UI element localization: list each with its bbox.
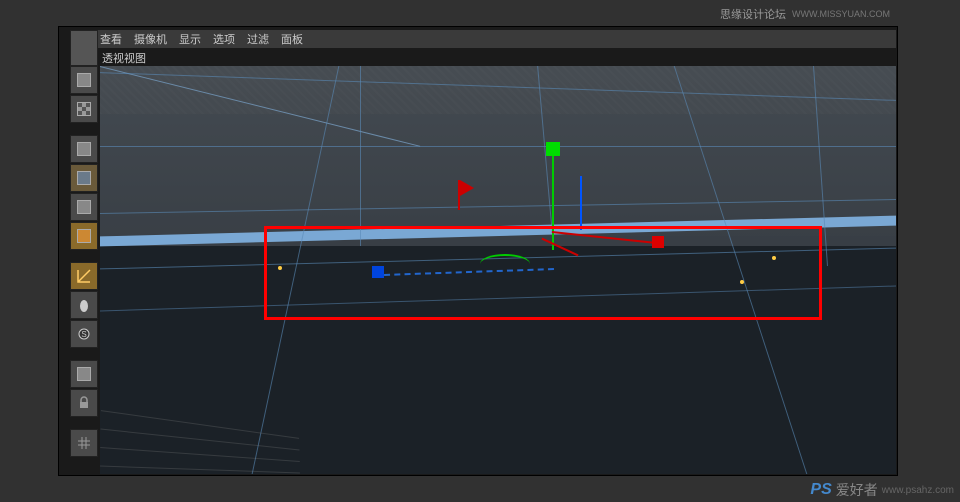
- rotation-arc-green-icon[interactable]: [480, 254, 530, 274]
- edge-mode-button[interactable]: [70, 164, 98, 192]
- x-axis-cube-icon[interactable]: [652, 236, 664, 248]
- cube-icon: [77, 229, 91, 243]
- watermark-url: WWW.MISSYUAN.COM: [792, 9, 890, 19]
- viewport-menubar: 查看 摄像机 显示 选项 过滤 面板: [70, 30, 896, 48]
- perspective-viewport[interactable]: [100, 66, 896, 474]
- vertex-point[interactable]: [740, 280, 744, 284]
- menu-options[interactable]: 选项: [213, 31, 235, 47]
- cube-icon: [77, 367, 91, 381]
- gizmo-flag-icon: [460, 180, 474, 196]
- grid-floor-lines: [100, 414, 380, 474]
- z-axis-handle[interactable]: [580, 176, 582, 230]
- snap-icon: S: [76, 326, 92, 342]
- menu-display[interactable]: 显示: [179, 31, 201, 47]
- left-toolbar: S: [70, 66, 98, 457]
- watermark-bottom-url: www.psahz.com: [882, 485, 954, 496]
- vertex-point[interactable]: [772, 256, 776, 260]
- menu-filter[interactable]: 过滤: [247, 31, 269, 47]
- lock-tool-button[interactable]: [70, 389, 98, 417]
- point-mode-button[interactable]: [70, 222, 98, 250]
- mouse-icon: [76, 297, 92, 313]
- move-tool-button[interactable]: [70, 360, 98, 388]
- y-axis-handle[interactable]: [552, 150, 554, 250]
- uv-checker-button[interactable]: [70, 95, 98, 123]
- axis-icon: [76, 268, 92, 284]
- menu-panel[interactable]: 面板: [281, 31, 303, 47]
- axis-tool-button[interactable]: [70, 262, 98, 290]
- cube-icon: [77, 142, 91, 156]
- y-axis-cube-icon[interactable]: [546, 142, 560, 156]
- cube-icon: [77, 200, 91, 214]
- lock-icon: [76, 395, 92, 411]
- live-selection-button[interactable]: [70, 66, 98, 94]
- cube-icon: [77, 73, 91, 87]
- mouse-tool-button[interactable]: [70, 291, 98, 319]
- model-mode-button[interactable]: [70, 135, 98, 163]
- grid-tool-button[interactable]: [70, 429, 98, 457]
- menu-view[interactable]: 查看: [100, 31, 122, 47]
- wireframe-edge: [100, 146, 896, 147]
- watermark-bottom: PS 爱好者 www.psahz.com: [810, 480, 954, 500]
- watermark-top: 思缘设计论坛 WWW.MISSYUAN.COM: [720, 6, 890, 22]
- snap-tool-button[interactable]: S: [70, 320, 98, 348]
- wireframe-edge: [360, 66, 361, 246]
- checker-icon: [77, 102, 91, 116]
- viewport-title: 透视视图: [102, 50, 146, 66]
- poly-mode-button[interactable]: [70, 193, 98, 221]
- watermark-text: 思缘设计论坛: [720, 6, 786, 22]
- svg-text:S: S: [81, 330, 86, 339]
- cube-icon: [77, 171, 91, 185]
- vertex-point[interactable]: [278, 266, 282, 270]
- grid-icon: [76, 435, 92, 451]
- app-logo-icon: [70, 30, 98, 66]
- z-axis-cube-icon[interactable]: [372, 266, 384, 278]
- watermark-brand: PS: [810, 481, 831, 499]
- menu-camera[interactable]: 摄像机: [134, 31, 167, 47]
- watermark-cn: 爱好者: [836, 480, 878, 500]
